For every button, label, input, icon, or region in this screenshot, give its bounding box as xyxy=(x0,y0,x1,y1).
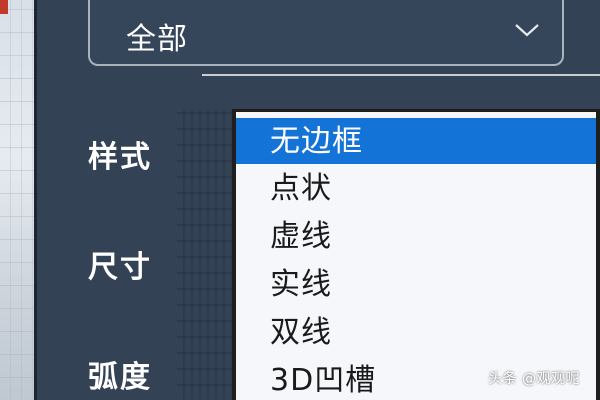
option-dotted[interactable]: 点状 xyxy=(236,164,596,212)
scope-select-value: 全部 xyxy=(126,22,188,57)
option-dashed[interactable]: 虚线 xyxy=(236,212,596,260)
border-style-dropdown[interactable]: 无边框 点状 虚线 实线 双线 3D凹槽 xyxy=(232,109,600,400)
scope-select[interactable]: 全部 xyxy=(88,0,564,66)
chevron-down-icon[interactable] xyxy=(514,20,540,40)
background-image-strip xyxy=(0,0,34,400)
watermark-text: 头条 @观观呢 xyxy=(488,371,580,387)
option-no-border[interactable]: 无边框 xyxy=(236,118,596,164)
size-label: 尺寸 xyxy=(88,250,152,285)
border-style-options-list: 无边框 点状 虚线 实线 双线 3D凹槽 xyxy=(236,112,596,400)
option-double[interactable]: 双线 xyxy=(236,308,596,356)
style-label: 样式 xyxy=(88,140,152,175)
radius-label: 弧度 xyxy=(88,360,152,395)
option-solid[interactable]: 实线 xyxy=(236,260,596,308)
section-divider xyxy=(202,74,600,76)
